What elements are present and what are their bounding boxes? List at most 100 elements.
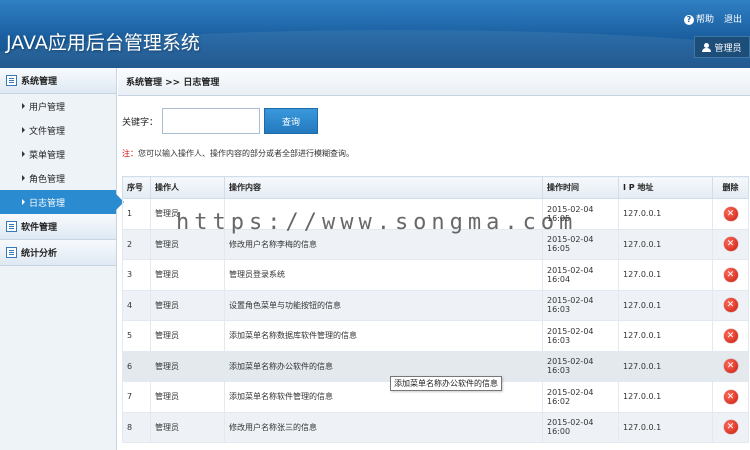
cell-ip: 127.0.0.1 bbox=[618, 259, 713, 291]
sidebar: 系统管理 用户管理 文件管理 菜单管理 角色管理 日志管理 软件管理 统计分析 bbox=[0, 68, 124, 450]
cell-index: 6 bbox=[122, 350, 151, 382]
list-icon bbox=[6, 75, 17, 86]
sidebar-item-label: 日志管理 bbox=[29, 198, 66, 209]
sidebar-item-logs[interactable]: 日志管理 bbox=[0, 190, 124, 214]
sidebar-item-users[interactable]: 用户管理 bbox=[0, 94, 116, 118]
note-text: 您可以输入操作人、操作内容的部分或者全部进行模糊查询。 bbox=[138, 149, 354, 158]
sidebar-section-system[interactable]: 系统管理 bbox=[0, 68, 116, 94]
cell-operator: 管理员 bbox=[150, 228, 225, 260]
section-label: 软件管理 bbox=[21, 223, 58, 233]
delete-icon[interactable]: ✕ bbox=[723, 328, 738, 343]
cell-content bbox=[224, 198, 543, 230]
search-row: 关键字： 查询 bbox=[122, 108, 319, 134]
list-icon bbox=[6, 247, 17, 258]
log-table: 序号 操作人 操作内容 操作时间 I P 地址 删除 1 管理员 2015-02-0… bbox=[122, 176, 749, 443]
sidebar-item-files[interactable]: 文件管理 bbox=[0, 118, 116, 142]
user-label: 管理员 bbox=[714, 43, 742, 54]
cell-time: 2015-02-04 16:02 bbox=[542, 381, 619, 413]
sidebar-item-roles[interactable]: 角色管理 bbox=[0, 166, 116, 190]
cell-content: 修改用户名称张三的信息 bbox=[224, 411, 543, 443]
cell-index: 4 bbox=[122, 289, 151, 321]
top-links: ? 帮助 退出 bbox=[683, 12, 742, 25]
delete-icon[interactable]: ✕ bbox=[723, 420, 738, 435]
section-label: 系统管理 bbox=[21, 77, 58, 87]
delete-icon[interactable]: ✕ bbox=[723, 206, 738, 221]
list-icon bbox=[6, 221, 17, 232]
table-row: 1 管理员 2015-02-04 16:05 127.0.0.1 ✕ bbox=[122, 198, 749, 230]
sidebar-item-label: 文件管理 bbox=[29, 126, 66, 137]
table-row: 4 管理员 设置角色菜单与功能按钮的信息 2015-02-04 16:03 127.0.… bbox=[122, 289, 749, 321]
cell-index: 5 bbox=[122, 320, 151, 352]
delete-icon[interactable]: ✕ bbox=[723, 298, 738, 313]
cell-content: 设置角色菜单与功能按钮的信息 bbox=[224, 289, 543, 321]
sidebar-section-stats[interactable]: 统计分析 bbox=[0, 240, 116, 266]
user-button[interactable]: 管理员 bbox=[694, 36, 750, 58]
top-header: JAVA应用后台管理系统 ? 帮助 退出 管理员 bbox=[0, 0, 750, 68]
table-row: 3 管理员 管理员登录系统 2015-02-04 16:04 127.0.0.1 ✕ bbox=[122, 259, 749, 291]
cell-time: 2015-02-04 16:00 bbox=[542, 411, 619, 443]
cell-content: 修改用户名称李梅的信息 bbox=[224, 228, 543, 260]
cell-ip: 127.0.0.1 bbox=[618, 411, 713, 443]
cell-delete: ✕ bbox=[712, 289, 749, 321]
cell-ip: 127.0.0.1 bbox=[618, 350, 713, 382]
cell-index: 2 bbox=[122, 228, 151, 260]
sidebar-item-label: 菜单管理 bbox=[29, 150, 66, 161]
section-label: 统计分析 bbox=[21, 249, 58, 259]
sidebar-section-software[interactable]: 软件管理 bbox=[0, 214, 116, 240]
cell-delete: ✕ bbox=[712, 228, 749, 260]
cell-index: 3 bbox=[122, 259, 151, 291]
user-icon bbox=[702, 42, 712, 52]
help-label: 帮助 bbox=[695, 15, 714, 25]
cell-ip: 127.0.0.1 bbox=[618, 381, 713, 413]
col-header-operator: 操作人 bbox=[150, 176, 225, 199]
search-button[interactable]: 查询 bbox=[264, 108, 319, 134]
row-tooltip: 添加菜单名称办公软件的信息 bbox=[390, 376, 502, 391]
cell-operator: 管理员 bbox=[150, 289, 225, 321]
delete-icon[interactable]: ✕ bbox=[723, 389, 738, 404]
cell-delete: ✕ bbox=[712, 411, 749, 443]
logout-link[interactable]: 退出 bbox=[724, 12, 742, 25]
col-header-content: 操作内容 bbox=[224, 176, 543, 199]
cell-operator: 管理员 bbox=[150, 381, 225, 413]
cell-ip: 127.0.0.1 bbox=[618, 320, 713, 352]
cell-index: 1 bbox=[122, 198, 151, 230]
cell-index: 8 bbox=[122, 411, 151, 443]
col-header-time: 操作时间 bbox=[542, 176, 619, 199]
arrow-right-icon bbox=[22, 103, 25, 109]
arrow-right-icon bbox=[22, 175, 25, 181]
note-prefix: 注： bbox=[122, 149, 138, 158]
cell-operator: 管理员 bbox=[150, 198, 225, 230]
table-row: 8 管理员 修改用户名称张三的信息 2015-02-04 16:00 127.0.0.1… bbox=[122, 411, 749, 443]
help-icon: ? bbox=[683, 15, 694, 25]
cell-ip: 127.0.0.1 bbox=[618, 198, 713, 230]
cell-operator: 管理员 bbox=[150, 259, 225, 291]
table-row: 5 管理员 添加菜单名称数据库软件管理的信息 2015-02-04 16:03 127.… bbox=[122, 320, 749, 352]
sidebar-item-label: 角色管理 bbox=[29, 174, 66, 185]
cell-time: 2015-02-04 16:03 bbox=[542, 289, 619, 321]
search-input[interactable] bbox=[162, 108, 261, 134]
cell-time: 2015-02-04 16:05 bbox=[542, 198, 619, 230]
cell-operator: 管理员 bbox=[150, 320, 225, 352]
delete-icon[interactable]: ✕ bbox=[723, 237, 738, 252]
col-header-index: 序号 bbox=[122, 176, 151, 199]
cell-operator: 管理员 bbox=[150, 411, 225, 443]
cell-delete: ✕ bbox=[712, 350, 749, 382]
cell-content: 添加菜单名称数据库软件管理的信息 bbox=[224, 320, 543, 352]
main-content: 系统管理 >> 日志管理 关键字： 查询 注：您可以输入操作人、操作内容的部分或… bbox=[118, 68, 750, 450]
table-row: 2 管理员 修改用户名称李梅的信息 2015-02-04 16:05 127.0.0.1… bbox=[122, 228, 749, 260]
cell-index: 7 bbox=[122, 381, 151, 413]
cell-time: 2015-02-04 16:03 bbox=[542, 320, 619, 352]
delete-icon[interactable]: ✕ bbox=[723, 359, 738, 374]
search-label: 关键字： bbox=[122, 117, 159, 128]
sidebar-item-label: 用户管理 bbox=[29, 102, 66, 113]
breadcrumb: 系统管理 >> 日志管理 bbox=[118, 68, 750, 96]
arrow-right-icon bbox=[22, 151, 25, 157]
delete-icon[interactable]: ✕ bbox=[723, 267, 738, 282]
cell-delete: ✕ bbox=[712, 320, 749, 352]
help-link[interactable]: ? 帮助 bbox=[683, 12, 714, 25]
sidebar-item-menus[interactable]: 菜单管理 bbox=[0, 142, 116, 166]
hint-note: 注：您可以输入操作人、操作内容的部分或者全部进行模糊查询。 bbox=[122, 148, 354, 159]
arrow-right-icon bbox=[22, 127, 25, 133]
cell-content: 管理员登录系统 bbox=[224, 259, 543, 291]
col-header-delete: 删除 bbox=[712, 176, 749, 199]
